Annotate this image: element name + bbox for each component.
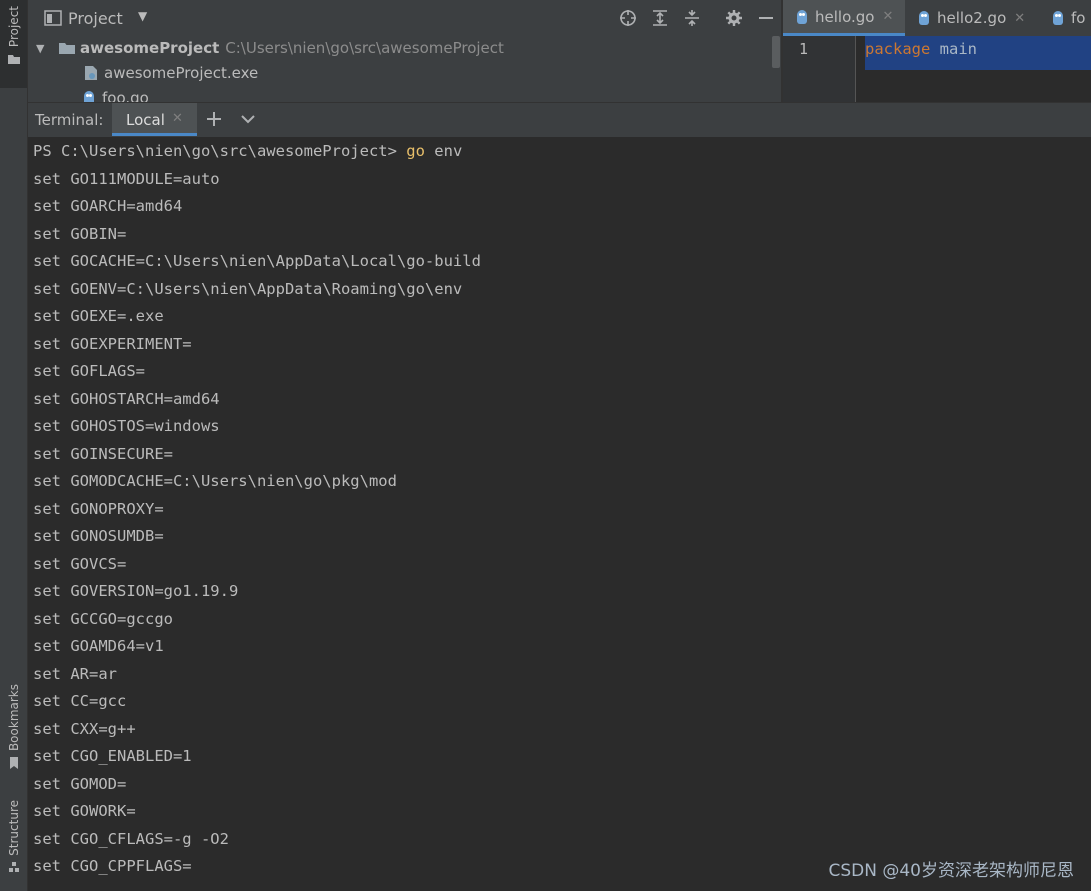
project-tool-tab[interactable]: Project (0, 0, 27, 88)
terminal-line: set GOHOSTOS=windows (33, 417, 220, 435)
project-panel-title[interactable]: Project (68, 9, 123, 28)
terminal-prompt-line: PS C:\Users\nien\go\src\awesomeProject> … (33, 138, 462, 165)
code-keyword: package (865, 40, 931, 58)
terminal-line: set GOINSECURE= (33, 444, 173, 463)
editor-tab-bar: hello.go ✕ hello2.go ✕ fo (783, 0, 1091, 37)
terminal-line: set CGO_CPPFLAGS= (33, 857, 192, 875)
terminal-line: set GOARCH=amd64 (33, 197, 183, 215)
terminal-line: set GOEXE=.exe (33, 307, 164, 325)
terminal-tab-label: Local (126, 111, 165, 129)
collapse-all-icon[interactable] (682, 8, 702, 28)
close-icon[interactable]: ✕ (882, 9, 893, 24)
project-tool-tab-label: Project (6, 6, 21, 48)
terminal-command-args: env (424, 142, 463, 160)
structure-tool-tab-label: Structure (6, 800, 21, 856)
go-file-icon (84, 91, 94, 102)
terminal-line: set GOVERSION=go1.19.9 (33, 582, 239, 600)
editor-tab-label: hello2.go (937, 9, 1007, 27)
go-file-icon (919, 11, 929, 25)
project-tree: ▼ awesomeProject C:\Users\nien\go\src\aw… (28, 36, 781, 102)
new-terminal-plus-icon[interactable] (204, 109, 224, 129)
go-file-icon (797, 9, 807, 24)
terminal-line: set GOEXPERIMENT= (33, 334, 192, 353)
tree-root-path: C:\Users\nien\go\src\awesomeProject (225, 39, 504, 57)
executable-file-icon (85, 66, 97, 80)
selected-code-line: package main (865, 36, 1091, 70)
bookmark-icon (9, 757, 18, 770)
terminal-line: set GOAMD64=v1 (33, 637, 164, 655)
editor-tab-label: hello.go (815, 7, 875, 26)
terminal-label: Terminal: (35, 111, 104, 129)
terminal-prompt: PS C:\Users\nien\go\src\awesomeProject> (33, 142, 407, 160)
tree-scrollbar[interactable] (772, 36, 780, 68)
chevron-down-icon[interactable]: ▼ (138, 9, 147, 23)
expand-all-icon[interactable] (650, 8, 670, 28)
terminal-line: set GOCACHE=C:\Users\nien\AppData\Local\… (33, 252, 481, 270)
close-icon[interactable]: ✕ (172, 111, 183, 126)
terminal-output[interactable]: PS C:\Users\nien\go\src\awesomeProject> … (28, 137, 1091, 891)
terminal-line: set GOHOSTARCH=amd64 (33, 389, 220, 408)
editor-gutter: 1 (783, 36, 856, 102)
watermark: CSDN @40岁资深老架构师尼恩 (828, 861, 1074, 881)
tool-window-strip: Project Bookmarks Structure (0, 0, 28, 891)
terminal-header: Terminal: Local ✕ (28, 102, 1091, 138)
terminal-tab-local[interactable]: Local ✕ (112, 103, 197, 136)
tree-root-row[interactable]: ▼ awesomeProject C:\Users\nien\go\src\aw… (36, 36, 504, 60)
tree-root-name: awesomeProject (80, 39, 220, 57)
folder-icon (59, 43, 75, 54)
terminal-line: set GOWORK= (33, 802, 136, 820)
project-panel-header: Project ▼ (28, 0, 781, 37)
terminal-line: set GOMOD= (33, 774, 127, 793)
terminal-line: set GONOSUMDB= (33, 527, 164, 545)
project-view-icon (44, 10, 62, 26)
terminal-line: set GOMODCACHE=C:\Users\nien\go\pkg\mod (33, 472, 397, 490)
editor-tab-label: fo (1071, 9, 1086, 27)
tree-item-foo[interactable]: foo.go (84, 86, 149, 102)
terminal-line: set CGO_ENABLED=1 (33, 747, 192, 765)
terminal-line: set AR=ar (33, 664, 117, 683)
go-file-icon (1053, 11, 1063, 25)
code-line: package main (865, 40, 977, 58)
line-number: 1 (799, 40, 809, 58)
chevron-down-icon[interactable] (238, 109, 258, 129)
terminal-line: set GOVCS= (33, 554, 127, 573)
structure-icon (8, 861, 19, 872)
tree-item-exe[interactable]: awesomeProject.exe (84, 61, 258, 85)
terminal-line: set GONOPROXY= (33, 499, 164, 518)
bookmarks-tool-tab[interactable]: Bookmarks (0, 684, 27, 776)
structure-tool-tab[interactable]: Structure (0, 800, 27, 886)
terminal-line: set GCCGO=gccgo (33, 609, 173, 628)
terminal-line: set GO111MODULE=auto (33, 169, 220, 188)
terminal-line: set CXX=g++ (33, 719, 136, 738)
terminal-line: set GOBIN= (33, 224, 127, 243)
terminal-line: set CC=gcc (33, 692, 127, 710)
editor-tab-hello2[interactable]: hello2.go ✕ (905, 0, 1035, 36)
close-icon[interactable]: ✕ (1014, 11, 1025, 26)
folder-icon (7, 55, 20, 65)
tree-item-foo-label: foo.go (102, 89, 149, 102)
editor-tab-hello[interactable]: hello.go ✕ (783, 0, 905, 36)
terminal-line: set GOENV=C:\Users\nien\AppData\Roaming\… (33, 279, 463, 298)
minimize-icon[interactable] (756, 8, 776, 28)
terminal-line: set CGO_CFLAGS=-g -O2 (33, 829, 229, 848)
code-editor[interactable]: 1 package main (783, 36, 1091, 102)
editor-tab-fo[interactable]: fo (1039, 0, 1085, 36)
terminal-line: set GOFLAGS= (33, 362, 145, 380)
chevron-down-icon[interactable]: ▼ (36, 42, 52, 55)
bookmarks-tool-tab-label: Bookmarks (6, 684, 21, 752)
locate-icon[interactable] (618, 8, 638, 28)
gear-icon[interactable] (724, 8, 744, 28)
terminal-command-keyword: go (406, 142, 425, 160)
code-package-name: main (939, 40, 977, 58)
tree-item-exe-label: awesomeProject.exe (104, 64, 259, 82)
